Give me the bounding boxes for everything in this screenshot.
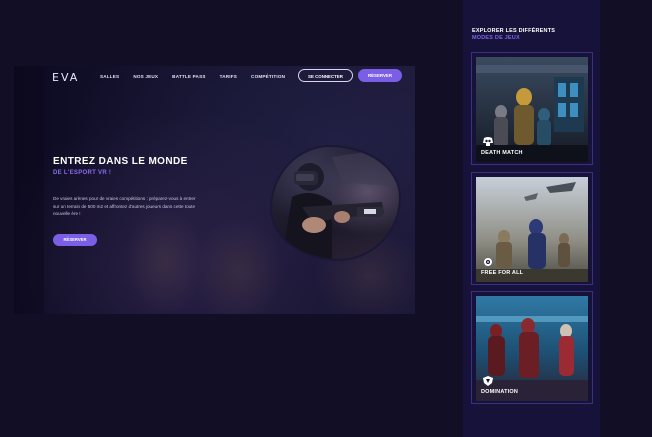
hero-title: ENTREZ DANS LE MONDE — [53, 156, 188, 167]
mode-card-domination[interactable]: DOMINATION — [471, 291, 593, 404]
background-shade — [14, 66, 44, 314]
hero-description: De vraies arènes pour de vraies compétit… — [53, 196, 196, 216]
nav-item-salles[interactable]: SALLES — [100, 74, 119, 79]
book-button[interactable]: RÉSERVER — [358, 69, 402, 82]
main-nav: SALLES NOS JEUX BATTLE PASS TARIFS COMPÉ… — [100, 74, 299, 79]
nav-item-competition[interactable]: COMPÉTITION — [251, 74, 285, 79]
background-player-silhouette — [194, 216, 284, 314]
hero-book-button[interactable]: RÉSERVER — [53, 234, 97, 246]
mode-label-free-for-all: FREE FOR ALL — [481, 270, 524, 276]
background-player-silhouette — [124, 206, 204, 314]
sidebar-subtitle: MODES DE JEUX — [472, 35, 520, 41]
mode-label-death-match: DEATH MATCH — [481, 150, 523, 156]
shield-icon — [483, 376, 493, 386]
mode-label-domination: DOMINATION — [481, 389, 519, 395]
sidebar-title: EXPLORER LES DIFFÉRENTS — [472, 28, 556, 34]
connect-button[interactable]: SE CONNECTER — [298, 69, 353, 82]
right-margin — [600, 0, 652, 437]
nav-item-nos-jeux[interactable]: NOS JEUX — [133, 74, 158, 79]
hero-subtitle: DE L'ESPORT VR ! — [53, 170, 112, 176]
skull-icon — [483, 137, 493, 146]
target-icon — [484, 258, 492, 266]
logo[interactable]: EVA — [52, 71, 79, 84]
vr-player-illustration — [282, 147, 399, 259]
nav-item-tarifs[interactable]: TARIFS — [220, 74, 237, 79]
mode-card-death-match[interactable]: DEATH MATCH — [471, 52, 593, 165]
nav-item-battle-pass[interactable]: BATTLE PASS — [172, 74, 205, 79]
mode-card-free-for-all[interactable]: FREE FOR ALL — [471, 172, 593, 285]
